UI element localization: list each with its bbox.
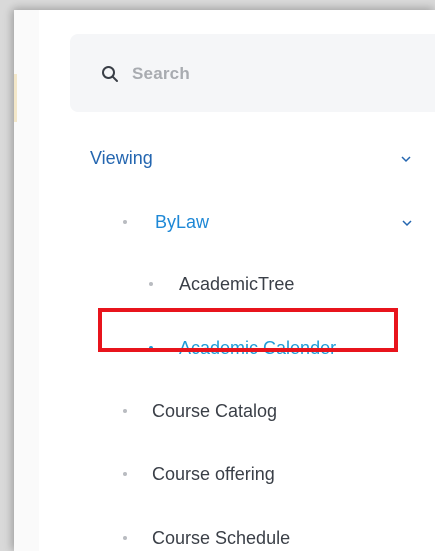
search-icon [102,66,118,82]
menu-item-bylaw-label: ByLaw [155,211,210,232]
menu-item-academic-tree[interactable]: AcademicTree [39,266,435,302]
menu-item-label: Course Schedule [152,527,291,548]
left-edge-accent [14,74,17,122]
bullet-icon [123,472,127,476]
menu-item-course-offering[interactable]: Course offering [39,456,435,492]
menu-item-label: Course Catalog [152,400,278,421]
menu-item-viewing[interactable]: Viewing [39,140,435,176]
menu-item-label: Academic Calender [179,337,337,358]
sidebar-nav: Search Viewing ByLaw AcademicTree Academ… [39,10,435,551]
search-input[interactable]: Search [132,64,190,84]
menu-item-course-catalog[interactable]: Course Catalog [39,393,435,429]
menu-item-academic-calender[interactable]: Academic Calender [39,330,435,366]
bullet-icon [123,409,127,413]
bullet-icon [123,220,127,224]
chevron-down-icon[interactable] [402,219,412,227]
chevron-down-icon[interactable] [401,155,411,163]
menu-item-bylaw[interactable]: ByLaw [39,204,435,240]
app-window: Search Viewing ByLaw AcademicTree Academ… [14,10,435,551]
bullet-icon [149,346,153,350]
menu-item-viewing-label: Viewing [90,147,153,168]
menu-item-course-schedule[interactable]: Course Schedule [39,520,435,551]
menu-item-label: AcademicTree [179,273,295,294]
bullet-icon [123,536,127,540]
search-box[interactable]: Search [70,34,435,112]
menu-item-label: Course offering [152,463,275,484]
bullet-icon [149,282,153,286]
left-edge-panel [14,10,40,551]
